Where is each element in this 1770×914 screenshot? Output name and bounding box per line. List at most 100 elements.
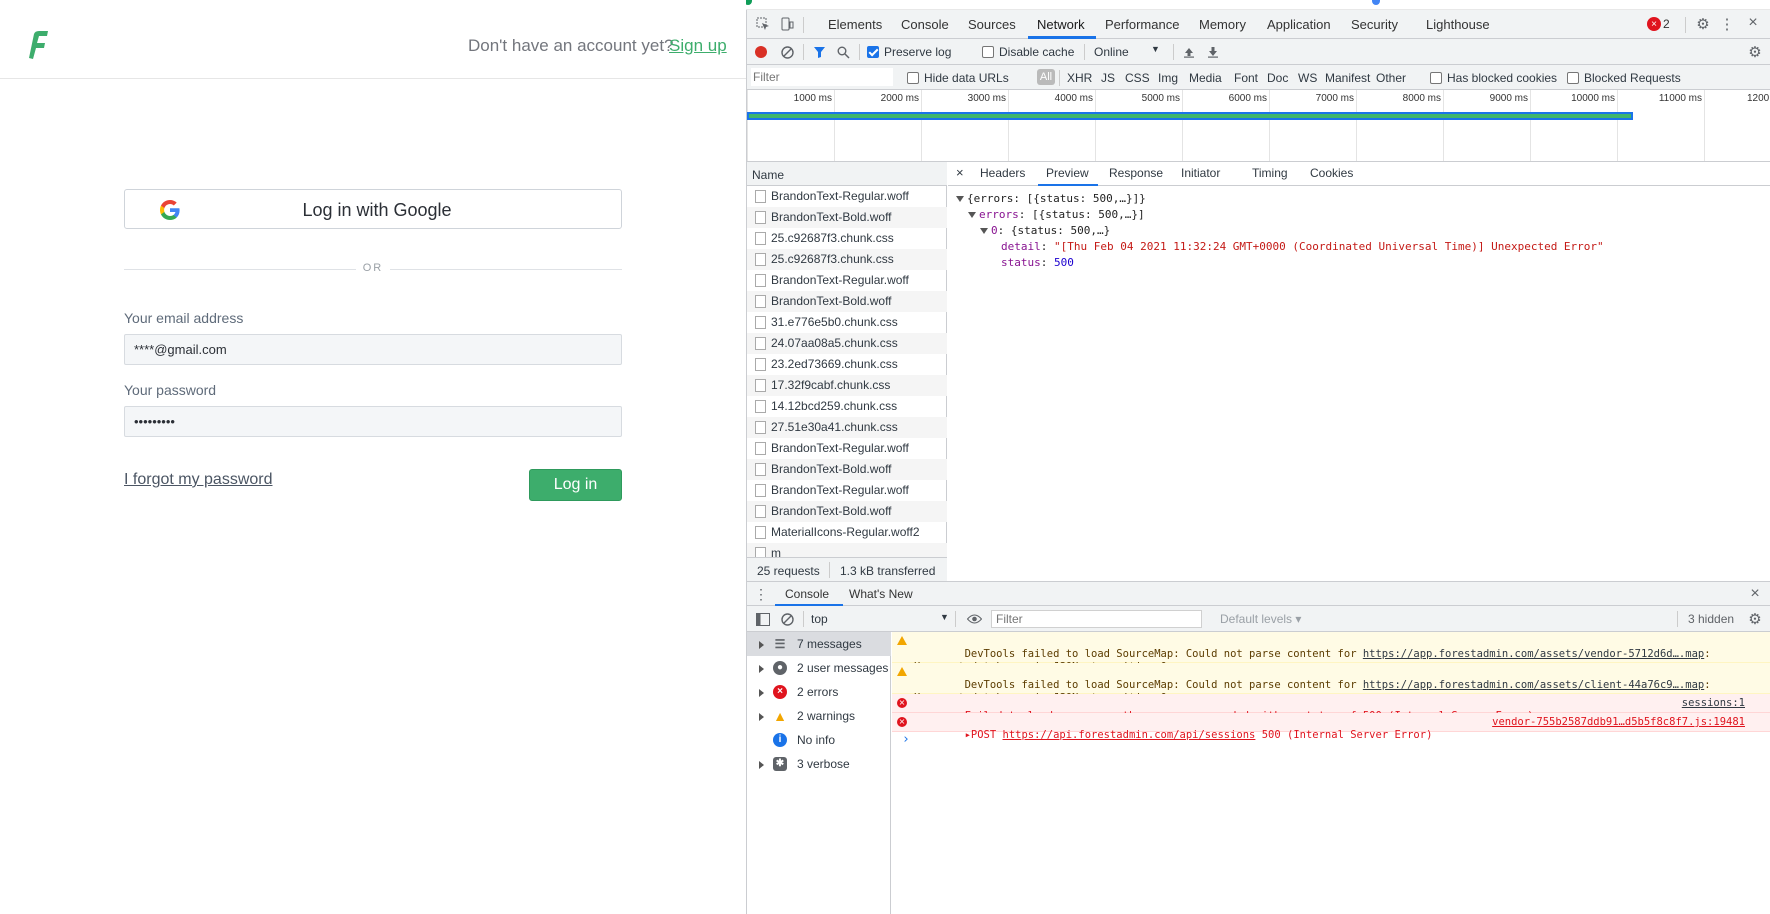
has-blocked-cookies-checkbox[interactable] bbox=[1430, 72, 1442, 84]
request-row[interactable]: BrandonText-Regular.woff bbox=[747, 186, 947, 207]
login-button[interactable]: Log in bbox=[529, 469, 622, 501]
tab-sources[interactable]: Sources bbox=[968, 17, 1016, 32]
expand-arrow-icon[interactable] bbox=[759, 665, 764, 673]
close-drawer-icon[interactable]: × bbox=[1747, 585, 1763, 602]
json-item-row[interactable]: 0: {status: 500,…} bbox=[980, 224, 1110, 237]
console-warning-message[interactable]: DevTools failed to load SourceMap: Could… bbox=[892, 632, 1770, 673]
request-row[interactable]: 23.2ed73669.chunk.css bbox=[747, 354, 947, 375]
tab-headers[interactable]: Headers bbox=[980, 166, 1025, 180]
tab-elements[interactable]: Elements bbox=[828, 17, 882, 32]
export-har-icon[interactable] bbox=[1205, 44, 1221, 60]
expand-triangle-icon[interactable] bbox=[956, 196, 964, 202]
sidebar-item-warnings[interactable]: ▲ 2 warnings bbox=[747, 704, 891, 728]
network-timeline[interactable]: 1000 ms 2000 ms 3000 ms 4000 ms 5000 ms … bbox=[747, 90, 1770, 162]
filter-ws[interactable]: WS bbox=[1298, 71, 1317, 85]
source-link[interactable]: sessions:1 bbox=[1682, 697, 1745, 710]
console-error-message[interactable]: ×Failed to load resource: the server res… bbox=[892, 694, 1770, 722]
error-badge-icon[interactable]: × bbox=[1647, 17, 1661, 31]
request-row[interactable]: MaterialIcons-Regular.woff2 bbox=[747, 522, 947, 543]
request-row[interactable]: 25.c92687f3.chunk.css bbox=[747, 249, 947, 270]
blocked-requests-checkbox[interactable] bbox=[1567, 72, 1579, 84]
tab-security[interactable]: Security bbox=[1351, 17, 1398, 32]
sidebar-toggle-icon[interactable] bbox=[755, 611, 771, 627]
context-select[interactable]: top bbox=[811, 612, 828, 626]
request-row[interactable]: 14.12bcd259.chunk.css bbox=[747, 396, 947, 417]
name-column-header[interactable]: Name bbox=[747, 162, 947, 186]
tab-drawer-console[interactable]: Console bbox=[785, 587, 829, 601]
console-prompt[interactable]: › bbox=[892, 732, 1770, 750]
console-settings-gear-icon[interactable]: ⚙ bbox=[1747, 611, 1763, 628]
sidebar-item-user-messages[interactable]: ● 2 user messages bbox=[747, 656, 891, 680]
preserve-log-checkbox[interactable] bbox=[867, 46, 879, 58]
google-login-button[interactable]: Log in with Google bbox=[124, 189, 622, 229]
forgot-password-link[interactable]: I forgot my password bbox=[124, 471, 273, 489]
expand-arrow-icon[interactable] bbox=[759, 713, 764, 721]
tab-whats-new[interactable]: What's New bbox=[849, 587, 913, 601]
filter-img[interactable]: Img bbox=[1158, 71, 1178, 85]
filter-manifest[interactable]: Manifest bbox=[1325, 71, 1370, 85]
filter-js[interactable]: JS bbox=[1101, 71, 1115, 85]
password-field[interactable] bbox=[124, 406, 622, 437]
close-details-icon[interactable]: × bbox=[956, 165, 964, 180]
settings-gear-icon[interactable]: ⚙ bbox=[1695, 16, 1711, 33]
json-root-row[interactable]: {errors: [{status: 500,…}]} bbox=[956, 192, 1146, 205]
expand-triangle-icon[interactable] bbox=[968, 212, 976, 218]
expand-arrow-icon[interactable] bbox=[759, 641, 764, 649]
filter-media[interactable]: Media bbox=[1189, 71, 1222, 85]
sidebar-item-errors[interactable]: × 2 errors bbox=[747, 680, 891, 704]
device-toolbar-icon[interactable] bbox=[779, 16, 795, 32]
signup-link[interactable]: Sign up bbox=[669, 36, 727, 56]
drawer-menu-icon[interactable]: ⋮ bbox=[753, 586, 769, 602]
network-settings-gear-icon[interactable]: ⚙ bbox=[1747, 44, 1763, 61]
sidebar-item-verbose[interactable]: ✱ 3 verbose bbox=[747, 752, 891, 776]
error-count[interactable]: 2 bbox=[1663, 17, 1670, 31]
request-row[interactable]: 31.e776e5b0.chunk.css bbox=[747, 312, 947, 333]
hide-data-urls-checkbox[interactable] bbox=[907, 72, 919, 84]
tab-timing[interactable]: Timing bbox=[1252, 166, 1288, 180]
request-row[interactable]: 27.51e30a41.chunk.css bbox=[747, 417, 947, 438]
json-errors-row[interactable]: errors: [{status: 500,…}] bbox=[968, 208, 1145, 221]
request-row[interactable]: 25.c92687f3.chunk.css bbox=[747, 228, 947, 249]
tab-application[interactable]: Application bbox=[1267, 17, 1331, 32]
tab-response[interactable]: Response bbox=[1109, 166, 1163, 180]
request-row[interactable]: 24.07aa08a5.chunk.css bbox=[747, 333, 947, 354]
request-row[interactable]: BrandonText-Bold.woff bbox=[747, 501, 947, 522]
request-row[interactable]: BrandonText-Bold.woff bbox=[747, 459, 947, 480]
throttling-select[interactable]: Online bbox=[1094, 45, 1129, 59]
console-warning-message[interactable]: DevTools failed to load SourceMap: Could… bbox=[892, 663, 1770, 704]
request-row[interactable]: BrandonText-Bold.woff bbox=[747, 207, 947, 228]
request-row[interactable]: 17.32f9cabf.chunk.css bbox=[747, 375, 947, 396]
log-levels-select[interactable]: Default levels ▾ bbox=[1220, 612, 1301, 626]
tab-performance[interactable]: Performance bbox=[1105, 17, 1179, 32]
clear-console-icon[interactable] bbox=[779, 611, 795, 627]
request-row[interactable]: BrandonText-Regular.woff bbox=[747, 438, 947, 459]
console-filter-input[interactable] bbox=[991, 610, 1202, 628]
request-row[interactable]: BrandonText-Bold.woff bbox=[747, 291, 947, 312]
tab-lighthouse[interactable]: Lighthouse bbox=[1426, 17, 1490, 32]
clear-icon[interactable] bbox=[779, 44, 795, 60]
filter-doc[interactable]: Doc bbox=[1267, 71, 1288, 85]
more-options-icon[interactable]: ⋮ bbox=[1719, 16, 1735, 33]
search-icon[interactable] bbox=[835, 44, 851, 60]
sourcemap-link[interactable]: https://app.forestadmin.com/assets/vendo… bbox=[1363, 648, 1704, 660]
tab-initiator[interactable]: Initiator bbox=[1181, 166, 1220, 180]
source-link[interactable]: vendor-755b2587ddb91…d5b5f8c8f7.js:19481 bbox=[1492, 716, 1745, 729]
import-har-icon[interactable] bbox=[1181, 44, 1197, 60]
filter-font[interactable]: Font bbox=[1234, 71, 1258, 85]
expand-triangle-icon[interactable] bbox=[980, 228, 988, 234]
request-row[interactable]: BrandonText-Regular.woff bbox=[747, 270, 947, 291]
tab-network[interactable]: Network bbox=[1037, 17, 1085, 32]
eye-icon[interactable] bbox=[966, 611, 982, 627]
disable-cache-checkbox[interactable] bbox=[982, 46, 994, 58]
network-filter-input[interactable] bbox=[751, 68, 893, 86]
email-field[interactable] bbox=[124, 334, 622, 365]
record-icon[interactable] bbox=[753, 44, 769, 60]
filter-other[interactable]: Other bbox=[1376, 71, 1406, 85]
sidebar-item-messages[interactable]: ☰ 7 messages bbox=[747, 632, 891, 656]
filter-all[interactable]: All bbox=[1037, 69, 1055, 85]
close-devtools-icon[interactable]: × bbox=[1745, 14, 1761, 31]
sidebar-item-info[interactable]: i No info bbox=[747, 728, 891, 752]
tab-preview[interactable]: Preview bbox=[1046, 166, 1089, 180]
tab-cookies[interactable]: Cookies bbox=[1310, 166, 1353, 180]
request-row[interactable]: BrandonText-Regular.woff bbox=[747, 480, 947, 501]
